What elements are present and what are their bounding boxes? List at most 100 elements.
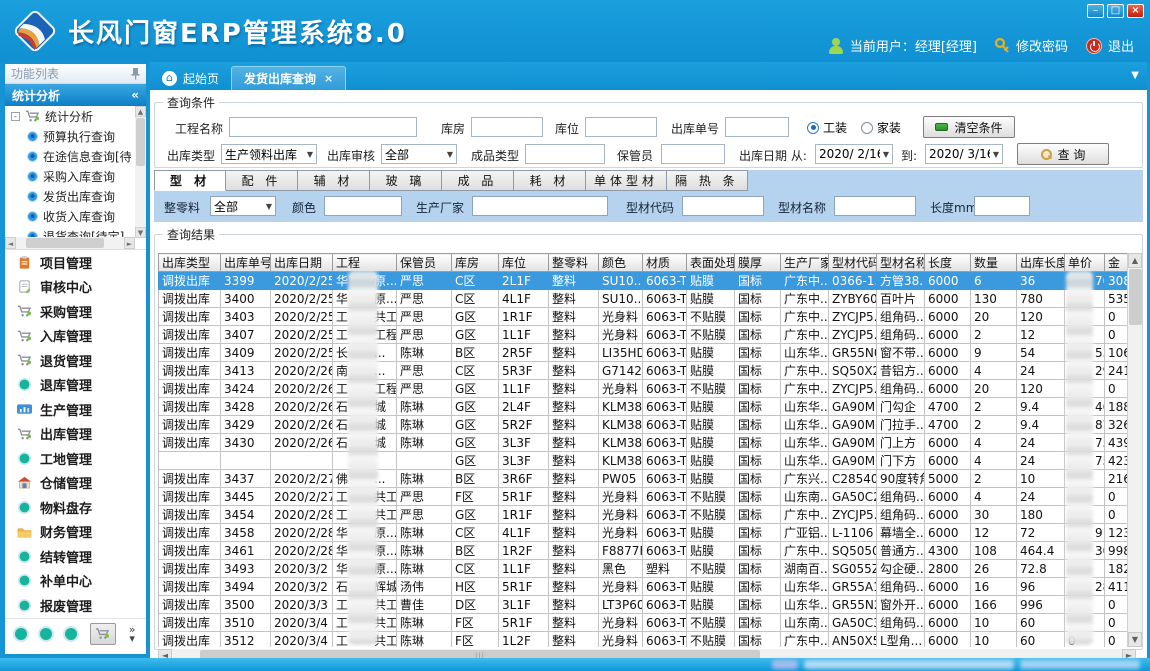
part-type-select[interactable]: 全部 ▼ <box>210 196 276 216</box>
material-tab-5[interactable]: 成 品 <box>442 170 514 191</box>
sidebar-item-1[interactable]: 项目管理 <box>5 250 146 275</box>
tree-vertical-scrollbar[interactable]: ▲ ▼ <box>135 106 146 238</box>
sidebar-item-4[interactable]: 入库管理 <box>5 324 146 349</box>
pin-icon[interactable] <box>131 68 140 80</box>
column-header[interactable]: 保管员 <box>397 254 452 272</box>
module-cart-button[interactable] <box>90 623 116 645</box>
column-header[interactable]: 出库类型 <box>159 254 221 272</box>
tab-overflow-icon[interactable]: ▼ <box>1131 70 1139 81</box>
table-vscroll-thumb[interactable] <box>1129 269 1142 325</box>
module-dot-icon[interactable] <box>40 628 52 640</box>
change-password-button[interactable]: 修改密码 <box>995 36 1068 55</box>
maximize-button[interactable]: □ <box>1107 4 1124 18</box>
column-header[interactable]: 工程 <box>333 254 397 272</box>
sidebar-item-5[interactable]: 退货管理 <box>5 348 146 373</box>
module-dot-icon[interactable] <box>15 628 27 640</box>
table-row[interactable]: 调拨出库34292020/2/26石城陈琳G区5R2F整料KLM38176063… <box>159 416 1133 434</box>
table-row[interactable]: 调拨出库34282020/2/26石城陈琳G区2L4F整料KLM38176063… <box>159 398 1133 416</box>
column-header[interactable]: 表面处理 <box>687 254 735 272</box>
tab-close-icon[interactable]: × <box>324 72 333 85</box>
column-header[interactable]: 型材名称 <box>877 254 925 272</box>
color-input[interactable] <box>324 196 402 216</box>
column-header[interactable]: 材质 <box>643 254 687 272</box>
material-tab-8[interactable]: 隔 热 条 <box>667 170 748 191</box>
sidebar-item-10[interactable]: 仓储管理 <box>5 471 146 496</box>
table-row[interactable]: G区3L3F整料KLM38176063-T5贴膜国标山东华...GA90M09.… <box>159 452 1133 470</box>
material-tab-7[interactable]: 单体型材 <box>586 170 667 191</box>
statistics-section-header[interactable]: 统计分析 « <box>5 84 146 106</box>
table-row[interactable]: 调拨出库33992020/2/25华原...严思C区2L1F整料SU10...6… <box>159 272 1133 290</box>
table-row[interactable]: 调拨出库34242020/2/26工工程严思G区1L1F整料光身料6063-T5… <box>159 380 1133 398</box>
minimize-button[interactable]: – <box>1087 4 1104 18</box>
column-header[interactable]: 生产厂家 <box>781 254 829 272</box>
table-row[interactable]: 调拨出库34132020/2/26南...严思C区5R3F整料G71422606… <box>159 362 1133 380</box>
project-name-input[interactable] <box>229 117 417 137</box>
sidebar-item-9[interactable]: 工地管理 <box>5 446 146 471</box>
sidebar-item-2[interactable]: 审核中心 <box>5 275 146 300</box>
column-header[interactable]: 出库长度 <box>1017 254 1065 272</box>
outbound-order-no-input[interactable] <box>725 117 789 137</box>
table-row[interactable]: 调拨出库34002020/2/25华原...严思C区4L1F整料SU10...6… <box>159 290 1133 308</box>
table-row[interactable]: 调拨出库34612020/2/28华原...陈琳B区1R2F整料F8877FT6… <box>159 542 1133 560</box>
length-input[interactable] <box>974 196 1030 216</box>
material-tab-1[interactable]: 型 材 <box>154 170 226 191</box>
table-row[interactable]: 调拨出库34072020/2/25工工程严思G区1L1F整料光身料6063-T5… <box>159 326 1133 344</box>
material-tab-6[interactable]: 耗 材 <box>514 170 586 191</box>
material-tab-2[interactable]: 配 件 <box>226 170 298 191</box>
column-header[interactable]: 出库日期 <box>271 254 333 272</box>
date-from-select[interactable]: 2020/ 2/16 ▼ <box>815 144 893 164</box>
sidebar-item-3[interactable]: 采购管理 <box>5 299 146 324</box>
table-row[interactable]: 调拨出库35102020/3/4工共工程陈琳F区5R1F整料光身料6063-T5… <box>159 614 1133 632</box>
factory-input[interactable] <box>472 196 608 216</box>
table-row[interactable]: 调拨出库34032020/2/25工共工程严思G区1R1F整料光身料6063-T… <box>159 308 1133 326</box>
sidebar-item-14[interactable]: 补单中心 <box>5 569 146 594</box>
column-header[interactable]: 型材代码 <box>829 254 877 272</box>
clear-conditions-button[interactable]: 清空条件 <box>923 116 1015 138</box>
scroll-down-icon[interactable]: ▼ <box>1128 632 1142 647</box>
date-to-select[interactable]: 2020/ 3/16 ▼ <box>925 144 1003 164</box>
table-row[interactable]: 调拨出库35122020/3/4工共工程陈琳F区1L2F整料光身料6063-T5… <box>159 632 1133 648</box>
material-tab-3[interactable]: 辅 材 <box>298 170 370 191</box>
sidebar-item-6[interactable]: 退库管理 <box>5 373 146 398</box>
sidebar-item-12[interactable]: 财务管理 <box>5 520 146 545</box>
table-row[interactable]: 调拨出库34302020/2/26石城陈琳G区3L3F整料KLM38176063… <box>159 434 1133 452</box>
table-row[interactable]: 调拨出库34942020/3/2石辉城汤伟H区5R1F整料光身料6063-T5贴… <box>159 578 1133 596</box>
sidebar-item-8[interactable]: 出库管理 <box>5 422 146 447</box>
column-header[interactable]: 出库单号 <box>221 254 271 272</box>
sidebar-item-7[interactable]: 生产管理 <box>5 397 146 422</box>
table-row[interactable]: 调拨出库35002020/3/3工共工程曹佳D区3L1F整料LT3P606063… <box>159 596 1133 614</box>
radio-gongzhuang[interactable]: 工装 <box>807 119 847 136</box>
column-header[interactable]: 数量 <box>971 254 1017 272</box>
sidebar-item-13[interactable]: 结转管理 <box>5 544 146 569</box>
table-row[interactable]: 调拨出库34582020/2/28华原...陈琳C区4L1F整料光身料6063-… <box>159 524 1133 542</box>
scroll-up-icon[interactable]: ▲ <box>1128 253 1142 268</box>
accordion-overflow-button[interactable]: »▾ <box>129 625 136 643</box>
table-row[interactable]: 调拨出库34542020/2/28工共工程严思G区1R1F整料光身料6063-T… <box>159 506 1133 524</box>
column-header[interactable]: 长度 <box>925 254 971 272</box>
tree-expander-icon[interactable]: - <box>11 112 20 121</box>
scroll-up-icon[interactable]: ▲ <box>135 106 146 117</box>
sidebar-item-11[interactable]: 物料盘存 <box>5 495 146 520</box>
material-tab-4[interactable]: 玻 璃 <box>370 170 442 191</box>
table-row[interactable]: 调拨出库34452020/2/27工共工程严思F区5R1F整料光身料6063-T… <box>159 488 1133 506</box>
sidebar-tree-item-5[interactable]: 收货入库查询 <box>5 206 135 226</box>
location-input[interactable] <box>585 117 657 137</box>
outbound-audit-select[interactable]: 全部 ▼ <box>381 144 457 164</box>
tree-root-statistics[interactable]: -统计分析 <box>5 106 135 126</box>
logout-button[interactable]: 退出 <box>1086 36 1134 55</box>
scroll-right-icon[interactable]: ► <box>124 237 135 249</box>
collapse-icon[interactable]: « <box>131 88 139 102</box>
radio-jiazhuang[interactable]: 家装 <box>861 119 901 136</box>
tree-vscroll-thumb[interactable] <box>136 118 145 166</box>
column-header[interactable]: 单价 <box>1065 254 1105 272</box>
sidebar-tree-item-3[interactable]: 采购入库查询 <box>5 166 135 186</box>
tab-shipment-outbound-query[interactable]: 发货出库查询 × <box>231 66 346 90</box>
tree-hscroll-thumb[interactable] <box>26 238 104 248</box>
sidebar-item-15[interactable]: 报废管理 <box>5 593 146 618</box>
sidebar-tree-item-4[interactable]: 发货出库查询 <box>5 186 135 206</box>
close-button[interactable]: × <box>1127 4 1144 18</box>
sidebar-tree-item-1[interactable]: 预算执行查询 <box>5 126 135 146</box>
column-header[interactable]: 膜厚 <box>735 254 781 272</box>
search-button[interactable]: 查 询 <box>1017 143 1109 165</box>
table-row[interactable]: 调拨出库34932020/3/2华原...陈琳C区1L1F整料黑色塑料不贴膜国标… <box>159 560 1133 578</box>
